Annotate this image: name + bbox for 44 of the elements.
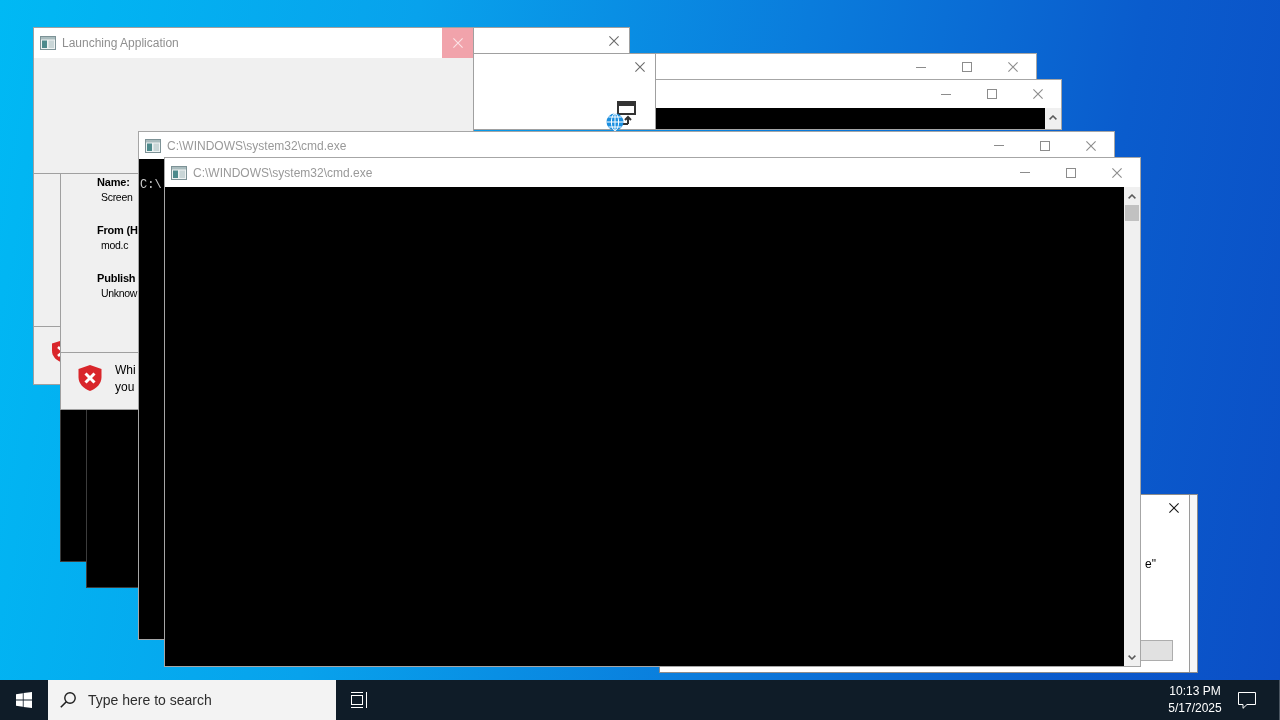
minimize-icon (941, 93, 951, 95)
search-field[interactable]: Type here to search (48, 680, 336, 720)
window-title: C:\WINDOWS\system32\cmd.exe (167, 137, 347, 155)
field-value: Screen (101, 190, 133, 205)
close-icon (1008, 62, 1018, 72)
maximize-icon (1066, 167, 1076, 178)
field-label: Publish (97, 271, 136, 286)
notification-icon (1238, 691, 1256, 709)
close-icon (452, 38, 463, 48)
window-icon (145, 138, 161, 153)
close-icon (635, 62, 645, 72)
chevron-up-icon (1049, 114, 1057, 120)
field-label: Name: (97, 175, 130, 190)
clock-time: 10:13 PM (1169, 683, 1221, 700)
field-value: mod.c (101, 238, 129, 253)
close-icon (1033, 89, 1043, 99)
minimize-icon (916, 66, 926, 68)
field-value: Unknow (101, 286, 138, 301)
window-title: C:\WINDOWS\system32\cmd.exe (193, 164, 373, 182)
chevron-up-icon (1128, 193, 1136, 199)
scrollbar-thumb[interactable] (1125, 205, 1139, 221)
window-icon (40, 36, 56, 50)
maximize-icon (987, 89, 997, 99)
minimize-icon (994, 145, 1004, 146)
close-icon (609, 36, 619, 46)
window-icon (171, 165, 187, 180)
close-icon (1169, 503, 1179, 513)
shield-x-icon (78, 365, 102, 391)
search-icon (60, 692, 76, 708)
minimize-icon (1020, 172, 1030, 173)
field-label: From (H (97, 223, 138, 238)
task-view-icon (350, 692, 368, 708)
warning-text: Whi you (115, 362, 136, 396)
window-title: Launching Application (62, 35, 179, 52)
maximize-icon (1040, 140, 1050, 151)
close-icon (1086, 140, 1096, 151)
close-icon (1112, 167, 1122, 178)
windows-logo-icon (16, 692, 32, 708)
dialog-button[interactable] (1140, 640, 1173, 661)
clock-date: 5/17/2025 (1168, 700, 1222, 717)
maximize-icon (962, 62, 972, 72)
console-text: C:\ (140, 178, 162, 192)
dialog-text: e" (1145, 557, 1156, 571)
chevron-down-icon (1128, 655, 1136, 660)
